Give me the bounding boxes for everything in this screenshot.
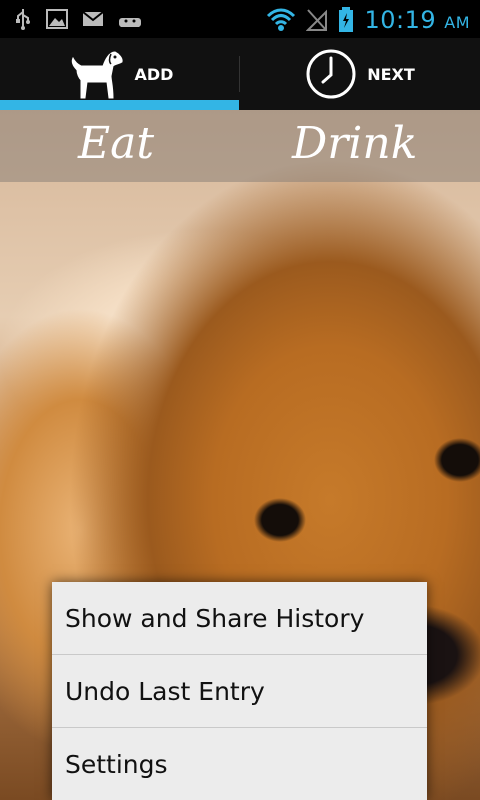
eat-button[interactable]: Eat (78, 118, 154, 169)
tab-selected-indicator (0, 100, 239, 110)
system-icons: 10:19 AM (266, 6, 470, 34)
drink-button[interactable]: Drink (292, 118, 417, 169)
status-bar: 10:19 AM (0, 0, 480, 38)
tab-next-label: NEXT (367, 64, 415, 84)
options-menu: Show and Share History Undo Last Entry S… (52, 582, 427, 800)
clock-icon (306, 49, 356, 99)
menu-item-label: Show and Share History (65, 603, 365, 633)
notification-icons (14, 8, 142, 30)
dog-icon (71, 51, 123, 99)
menu-item-label: Settings (65, 749, 168, 779)
wifi-icon (267, 8, 296, 31)
battery-charging-icon (339, 7, 354, 32)
signal-icon (306, 9, 328, 31)
mail-icon (82, 11, 104, 26)
menu-item-undo-last-entry[interactable]: Undo Last Entry (52, 655, 427, 727)
menu-item-show-share-history[interactable]: Show and Share History (52, 582, 427, 654)
android-icon (119, 18, 141, 27)
tab-add-label: ADD (134, 64, 174, 84)
menu-item-label: Undo Last Entry (65, 676, 265, 706)
usb-icon (16, 9, 30, 30)
tab-next[interactable]: NEXT (240, 38, 480, 110)
menu-item-settings[interactable]: Settings (52, 728, 427, 800)
image-icon (46, 9, 68, 29)
clock-time: 10:19 AM (364, 6, 470, 34)
